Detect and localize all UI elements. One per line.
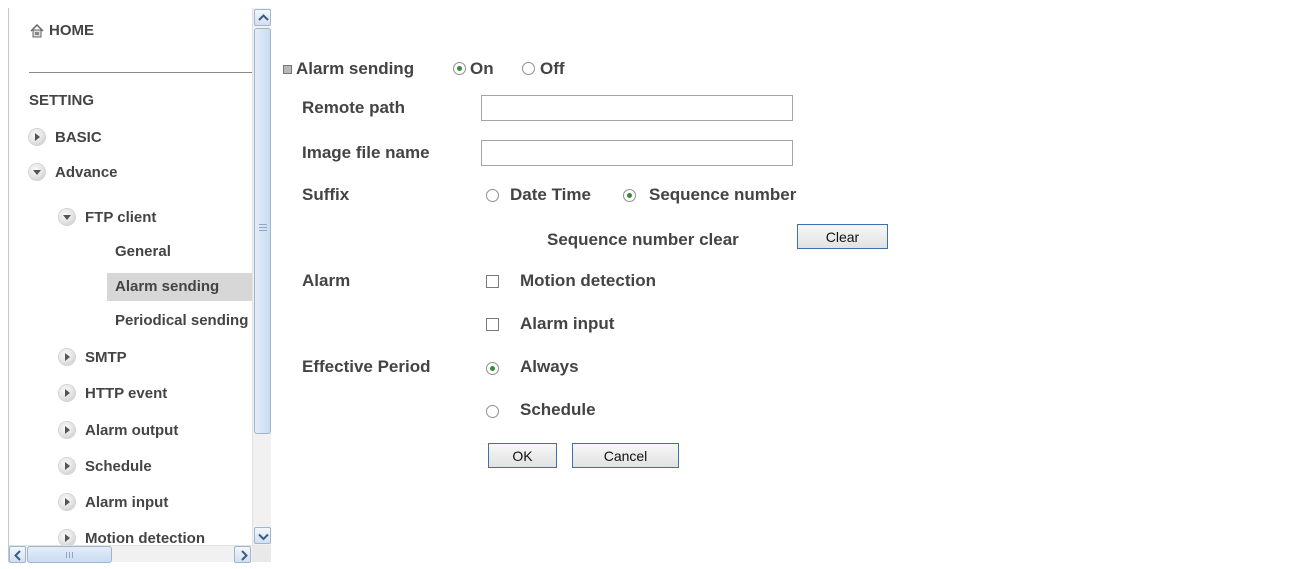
horizontal-scroll-thumb[interactable] <box>27 546 112 563</box>
cancel-button[interactable]: Cancel <box>572 443 679 468</box>
suffix-sequence-number-label[interactable]: Sequence number <box>649 185 796 205</box>
sidebar-section-title: SETTING <box>29 92 95 109</box>
period-schedule-radio[interactable] <box>486 405 499 418</box>
sidebar-item-general[interactable]: General <box>115 243 171 260</box>
scrollbar-corner <box>252 545 271 562</box>
arrow-down-icon <box>29 164 45 180</box>
sidebar-item-label: Schedule <box>85 458 152 475</box>
scroll-left-button[interactable] <box>9 546 26 563</box>
sidebar-item-label: Alarm output <box>85 422 179 439</box>
sidebar-item-label: BASIC <box>55 129 102 146</box>
sidebar-item-periodical-sending[interactable]: Periodical sending <box>115 312 248 329</box>
scroll-right-button[interactable] <box>234 546 251 563</box>
scroll-up-button[interactable] <box>254 9 271 26</box>
sidebar-item-label: Alarm sending <box>115 278 220 295</box>
motion-detection-label[interactable]: Motion detection <box>520 271 656 291</box>
arrow-down-icon <box>59 209 75 225</box>
period-schedule-label[interactable]: Schedule <box>520 400 596 420</box>
home-label: HOME <box>49 22 94 39</box>
home-link[interactable]: HOME <box>29 22 94 39</box>
image-file-name-label: Image file name <box>302 143 430 162</box>
sidebar-menu: HOME SETTING BASIC Advance FTP client Ge… <box>9 8 252 545</box>
arrow-right-icon <box>29 129 45 145</box>
suffix-date-time-radio[interactable] <box>486 189 499 202</box>
remote-path-input[interactable] <box>481 95 793 121</box>
arrow-right-icon <box>59 494 75 510</box>
suffix-label: Suffix <box>302 185 350 204</box>
arrow-right-icon <box>59 422 75 438</box>
sidebar-item-alarm-sending-selected[interactable]: Alarm sending <box>107 273 252 301</box>
horizontal-scrollbar[interactable] <box>9 545 252 563</box>
section-bullet-icon <box>283 65 292 74</box>
alarm-sending-on-radio[interactable] <box>453 62 466 75</box>
suffix-sequence-number-radio[interactable] <box>623 189 636 202</box>
scroll-down-button[interactable] <box>254 527 271 544</box>
alarm-sending-label: Alarm sending <box>296 59 415 78</box>
chevron-right-icon <box>241 550 248 561</box>
chevron-down-icon <box>258 533 269 541</box>
sidebar-divider <box>29 72 252 73</box>
navigation-frame: HOME SETTING BASIC Advance FTP client Ge… <box>8 8 271 563</box>
alarm-label: Alarm <box>302 271 351 290</box>
arrow-right-icon <box>59 385 75 401</box>
period-always-label[interactable]: Always <box>520 357 579 377</box>
sidebar-item-label: Motion detection <box>85 530 205 545</box>
motion-detection-checkbox[interactable] <box>486 275 499 288</box>
remote-path-label: Remote path <box>302 98 405 117</box>
scroll-thumb[interactable] <box>254 28 271 434</box>
sidebar-item-label: SMTP <box>85 349 127 366</box>
sidebar-item-label: Alarm input <box>85 494 169 511</box>
alarm-sending-on-label[interactable]: On <box>470 59 494 79</box>
alarm-input-label[interactable]: Alarm input <box>520 314 614 334</box>
ok-button[interactable]: OK <box>488 443 557 468</box>
sidebar-item-label: FTP client <box>85 209 157 226</box>
clear-button[interactable]: Clear <box>797 224 888 249</box>
sequence-number-clear-label: Sequence number clear <box>547 230 739 249</box>
chevron-left-icon <box>14 550 21 561</box>
image-file-name-input[interactable] <box>481 140 793 166</box>
alarm-sending-off-label[interactable]: Off <box>540 59 565 79</box>
sidebar-item-label: Advance <box>55 164 118 181</box>
alarm-sending-off-radio[interactable] <box>522 62 535 75</box>
arrow-right-icon <box>59 530 75 545</box>
alarm-input-checkbox[interactable] <box>486 318 499 331</box>
chevron-up-icon <box>258 14 269 21</box>
house-icon <box>30 23 44 37</box>
effective-period-label: Effective Period <box>302 357 431 376</box>
period-always-radio[interactable] <box>486 362 499 375</box>
vertical-scrollbar[interactable] <box>252 8 271 545</box>
sidebar-item-label: HTTP event <box>85 385 168 402</box>
arrow-right-icon <box>59 458 75 474</box>
arrow-right-icon <box>59 349 75 365</box>
suffix-date-time-label[interactable]: Date Time <box>510 185 591 205</box>
